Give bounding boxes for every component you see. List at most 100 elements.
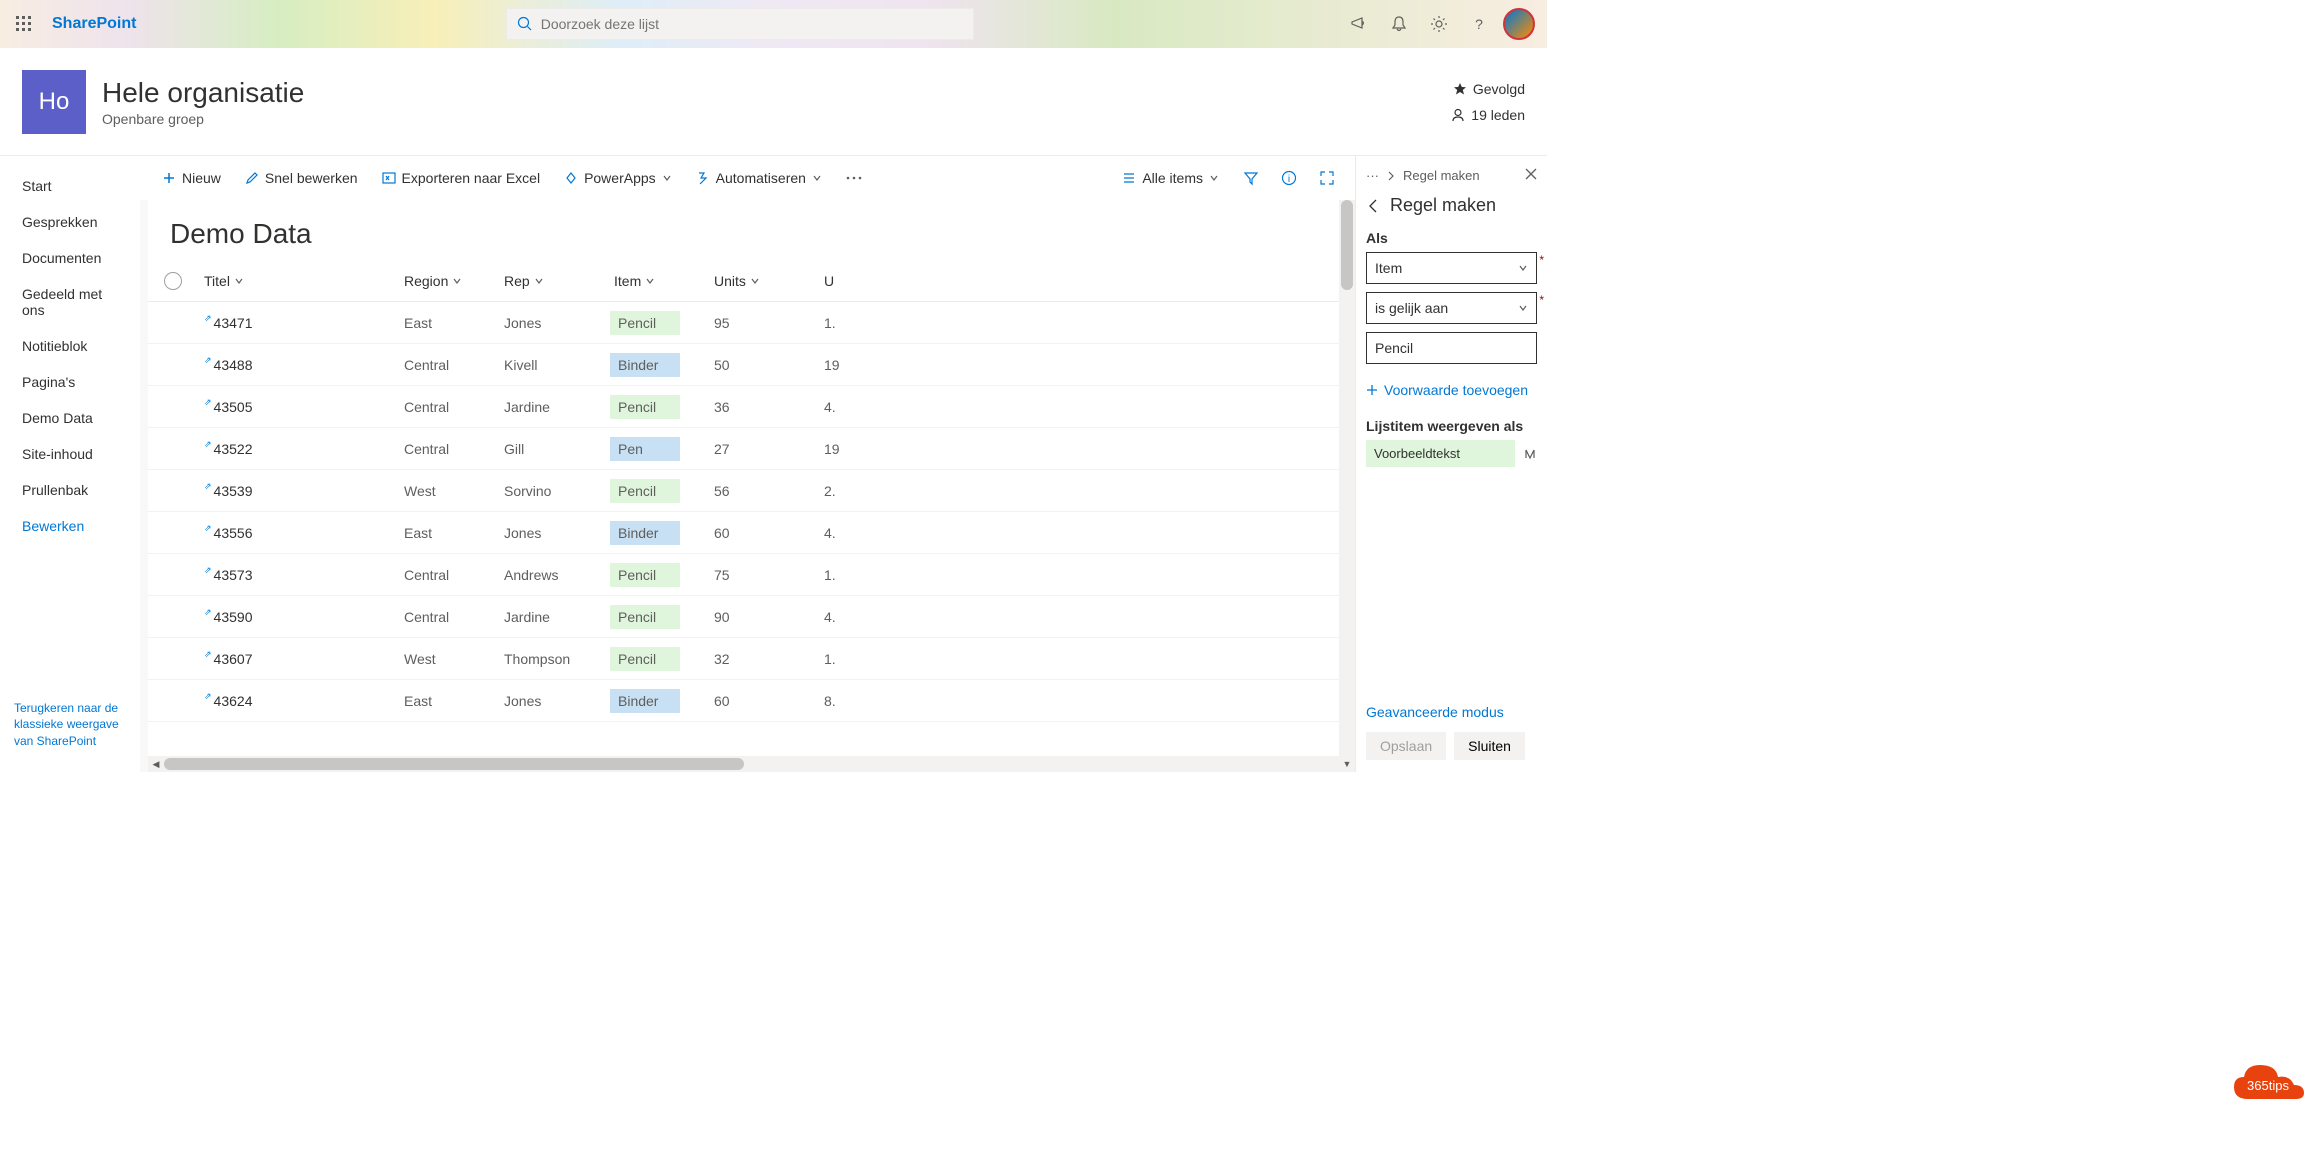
- chevron-down-icon: [645, 276, 655, 286]
- table-row[interactable]: ⇗43624EastJonesBinder608.: [148, 680, 1355, 722]
- nav-recycle[interactable]: Prullenbak: [0, 472, 139, 508]
- cell-region: East: [400, 693, 500, 709]
- col-region[interactable]: Region: [400, 273, 500, 289]
- flow-icon: [696, 171, 710, 185]
- list-title: Demo Data: [148, 200, 1355, 260]
- close-button[interactable]: Sluiten: [1454, 732, 1525, 760]
- back-icon[interactable]: [1366, 198, 1382, 214]
- cell-units: 75: [710, 567, 820, 583]
- more-icon[interactable]: ···: [1366, 168, 1379, 183]
- col-units[interactable]: Units: [710, 273, 820, 289]
- chevron-down-icon: [750, 276, 760, 286]
- value-input[interactable]: Pencil: [1366, 332, 1537, 364]
- hscroll-thumb[interactable]: [164, 758, 744, 770]
- chevron-down-icon: [534, 276, 544, 286]
- close-icon[interactable]: [1525, 168, 1537, 183]
- nav-pages[interactable]: Pagina's: [0, 364, 139, 400]
- table-row[interactable]: ⇗43522CentralGillPen2719: [148, 428, 1355, 470]
- filter-icon[interactable]: [1235, 162, 1267, 194]
- cell-titel: ⇗43471: [200, 315, 400, 331]
- svg-text:i: i: [1288, 174, 1290, 185]
- cell-units: 60: [710, 693, 820, 709]
- expand-icon[interactable]: [1311, 162, 1343, 194]
- cmd-quick-edit[interactable]: Snel bewerken: [235, 164, 368, 192]
- nav-edit[interactable]: Bewerken: [0, 508, 139, 544]
- nav-classic-link[interactable]: Terugkeren naar de klassieke weergave va…: [0, 690, 139, 760]
- gear-icon[interactable]: [1423, 8, 1455, 40]
- cmd-powerapps[interactable]: PowerApps: [554, 164, 682, 192]
- table-row[interactable]: ⇗43539WestSorvinoPencil562.: [148, 470, 1355, 512]
- col-u[interactable]: U: [820, 273, 842, 289]
- rule-panel: ··· Regel maken Regel maken Als Item is …: [1355, 156, 1547, 772]
- cmd-automate[interactable]: Automatiseren: [686, 164, 832, 192]
- cell-item: Pen: [610, 437, 710, 461]
- cmd-export[interactable]: Exporteren naar Excel: [372, 164, 551, 192]
- table-row[interactable]: ⇗43505CentralJardinePencil364.: [148, 386, 1355, 428]
- table-row[interactable]: ⇗43573CentralAndrewsPencil751.: [148, 554, 1355, 596]
- cmd-new[interactable]: Nieuw: [152, 164, 231, 192]
- list-body: Demo Data Titel Region Rep Item Units U …: [148, 200, 1355, 772]
- nav-shared[interactable]: Gedeeld met ons: [0, 276, 139, 328]
- members[interactable]: 19 leden: [1451, 107, 1525, 123]
- search-input[interactable]: [533, 16, 963, 32]
- table-row[interactable]: ⇗43471EastJonesPencil951.: [148, 302, 1355, 344]
- hscroll[interactable]: ◀ ▼: [148, 756, 1355, 772]
- table-row[interactable]: ⇗43590CentralJardinePencil904.: [148, 596, 1355, 638]
- megaphone-icon[interactable]: [1343, 8, 1375, 40]
- hscroll-left[interactable]: ◀: [148, 756, 164, 772]
- vscroll-thumb[interactable]: [1341, 200, 1353, 290]
- grid: Titel Region Rep Item Units U ⇗43471East…: [148, 260, 1355, 722]
- more-icon: [846, 176, 862, 180]
- col-rep[interactable]: Rep: [500, 273, 610, 289]
- help-icon[interactable]: ?: [1463, 8, 1495, 40]
- nav-documents[interactable]: Documenten: [0, 240, 139, 276]
- plus-icon: [1366, 384, 1378, 396]
- table-row[interactable]: ⇗43488CentralKivellBinder5019: [148, 344, 1355, 386]
- add-condition[interactable]: Voorwaarde toevoegen: [1366, 382, 1537, 398]
- nav-conversations[interactable]: Gesprekken: [0, 204, 139, 240]
- select-all[interactable]: [164, 272, 182, 290]
- pencil-icon: [245, 171, 259, 185]
- cell-rep: Thompson: [500, 651, 610, 667]
- search-box[interactable]: [506, 8, 974, 40]
- table-row[interactable]: ⇗43607WestThompsonPencil321.: [148, 638, 1355, 680]
- main: Start Gesprekken Documenten Gedeeld met …: [0, 156, 1547, 772]
- chevron-down-icon: [1518, 263, 1528, 273]
- chevron-down-icon: [1518, 303, 1528, 313]
- bell-icon[interactable]: [1383, 8, 1415, 40]
- cell-titel: ⇗43590: [200, 609, 400, 625]
- app-launcher[interactable]: [0, 0, 48, 48]
- table-row[interactable]: ⇗43556EastJonesBinder604.: [148, 512, 1355, 554]
- view-selector[interactable]: Alle items: [1112, 164, 1229, 192]
- column-select[interactable]: Item: [1366, 252, 1537, 284]
- vscroll[interactable]: [1339, 200, 1355, 772]
- list-area: Nieuw Snel bewerken Exporteren naar Exce…: [140, 156, 1355, 772]
- hscroll-right[interactable]: ▼: [1339, 756, 1355, 772]
- left-nav: Start Gesprekken Documenten Gedeeld met …: [0, 156, 140, 772]
- save-button[interactable]: Opslaan: [1366, 732, 1446, 760]
- edit-style-icon[interactable]: [1523, 447, 1537, 461]
- cell-titel: ⇗43607: [200, 651, 400, 667]
- operator-select[interactable]: is gelijk aan: [1366, 292, 1537, 324]
- nav-site-contents[interactable]: Site-inhoud: [0, 436, 139, 472]
- cell-item: Binder: [610, 521, 710, 545]
- cell-item: Pencil: [610, 563, 710, 587]
- follow-button[interactable]: Gevolgd: [1451, 81, 1525, 97]
- waffle-icon: [16, 16, 32, 32]
- nav-notebook[interactable]: Notitieblok: [0, 328, 139, 364]
- info-icon[interactable]: i: [1273, 162, 1305, 194]
- avatar[interactable]: [1503, 8, 1535, 40]
- suite-bar: SharePoint ?: [0, 0, 1547, 48]
- cell-region: West: [400, 651, 500, 667]
- suite-right: ?: [1343, 8, 1547, 40]
- brand-label[interactable]: SharePoint: [48, 15, 136, 33]
- nav-start[interactable]: Start: [0, 168, 139, 204]
- col-titel[interactable]: Titel: [200, 273, 400, 289]
- advanced-mode[interactable]: Geavanceerde modus: [1366, 704, 1537, 720]
- nav-demo-data[interactable]: Demo Data: [0, 400, 139, 436]
- cmd-more[interactable]: [836, 170, 872, 186]
- site-logo[interactable]: Ho: [22, 70, 86, 134]
- cell-units: 60: [710, 525, 820, 541]
- col-item[interactable]: Item: [610, 273, 710, 289]
- cell-u: 1.: [820, 651, 842, 667]
